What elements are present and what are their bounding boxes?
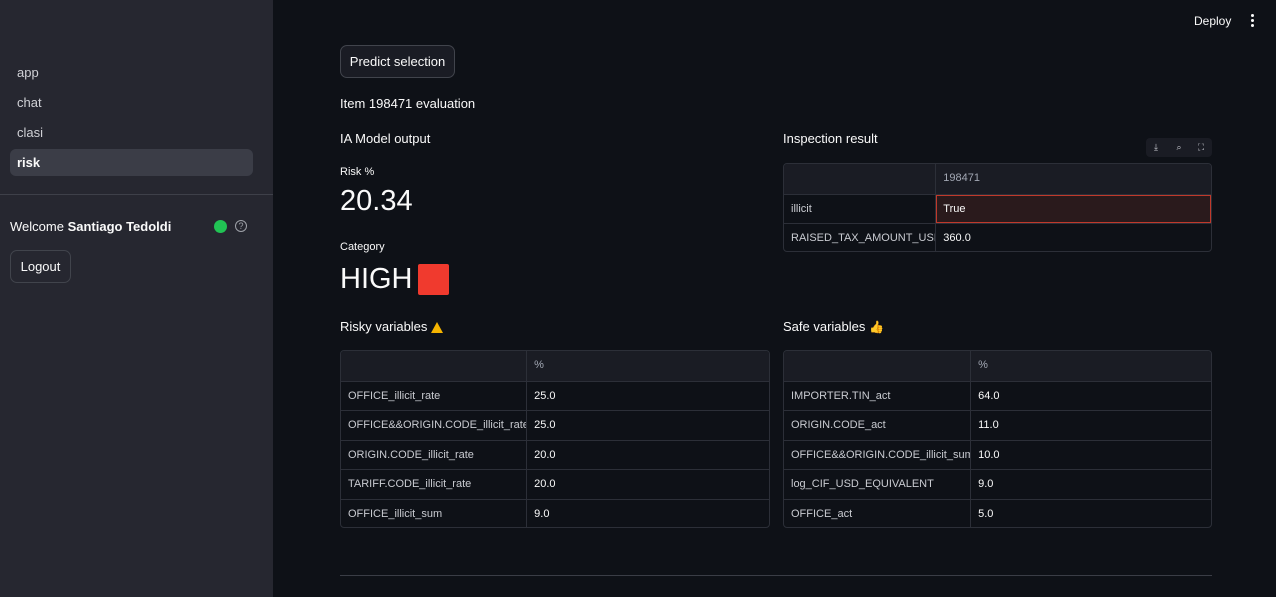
table-header-cell [784, 164, 937, 194]
table-row: illicit True [784, 193, 1211, 224]
table-row: OFFICE_act 5.0 [784, 498, 1211, 527]
table-header-cell: % [534, 359, 544, 371]
table-row-key: log_CIF_USD_EQUIVALENT [784, 470, 972, 499]
table-cell[interactable]: 9.0 [527, 500, 769, 527]
table-row-key: TARIFF.CODE_illicit_rate [341, 470, 528, 499]
category-value: HIGH [340, 263, 413, 295]
deploy-button[interactable]: Deploy [1194, 14, 1231, 28]
table-row: log_CIF_USD_EQUIVALENT 9.0 [784, 469, 1211, 499]
table-row: IMPORTER.TIN_act 64.0 [784, 380, 1211, 411]
table-header-cell [784, 351, 972, 381]
table-row-key: OFFICE&&ORIGIN.CODE_illicit_sum [784, 440, 972, 470]
table-cell[interactable]: 10.0 [971, 441, 1211, 470]
red-square-icon [418, 264, 449, 295]
thumbs-up-icon: 👍 [869, 320, 885, 334]
risk-value: 20.34 [340, 185, 413, 217]
table-row-key: OFFICE_illicit_sum [341, 499, 528, 527]
welcome-prefix: Welcome [10, 219, 68, 234]
table-toolbar: ⤓ ⌕ ⛶ [1146, 138, 1212, 157]
table-cell[interactable]: 11.0 [971, 411, 1211, 440]
table-cell[interactable]: 5.0 [971, 500, 1211, 527]
user-name: Santiago Tedoldi [67, 219, 172, 234]
risky-variables-table: % OFFICE_illicit_rate 25.0 OFFICE&&ORIGI… [340, 350, 770, 528]
logout-button[interactable]: Logout [10, 250, 71, 283]
table-header-row: 198471 [784, 164, 1211, 194]
download-icon[interactable]: ⤓ [1151, 142, 1161, 152]
online-status-icon [214, 220, 227, 233]
table-cell[interactable]: 64.0 [971, 382, 1211, 411]
category-label: Category [340, 241, 385, 253]
table-header-row: % [341, 351, 769, 381]
table-row-key: OFFICE&&ORIGIN.CODE_illicit_rate [341, 411, 528, 440]
safe-variables-label: Safe variables [783, 319, 866, 334]
risky-variables-title: Risky variables [340, 319, 444, 334]
search-icon[interactable]: ⌕ [1174, 142, 1184, 152]
table-cell[interactable]: 9.0 [971, 470, 1211, 499]
safe-variables-title: Safe variables 👍 [783, 319, 884, 334]
table-row-key: ORIGIN.CODE_act [784, 411, 972, 440]
table-row: OFFICE_illicit_sum 9.0 [341, 498, 769, 527]
sidebar-divider [0, 194, 273, 195]
table-row: ORIGIN.CODE_illicit_rate 20.0 [341, 439, 769, 470]
sidebar: app chat clasi risk Welcome Santiago Ted… [0, 0, 273, 597]
table-cell[interactable]: 20.0 [527, 441, 769, 470]
table-header-cell: 198471 [943, 172, 981, 184]
table-row-key: illicit [784, 194, 937, 224]
sidebar-item-clasi[interactable]: clasi [10, 119, 253, 146]
table-header-cell [341, 351, 528, 381]
table-row: RAISED_TAX_AMOUNT_USD 360.0 [784, 223, 1211, 251]
table-row: TARIFF.CODE_illicit_rate 20.0 [341, 469, 769, 499]
table-row: ORIGIN.CODE_act 11.0 [784, 410, 1211, 440]
sidebar-nav: app chat clasi risk [10, 59, 253, 179]
inspection-table: 198471 illicit True RAISED_TAX_AMOUNT_US… [783, 163, 1212, 252]
table-cell[interactable]: 25.0 [527, 382, 769, 411]
table-cell[interactable]: 20.0 [527, 470, 769, 499]
welcome-text: Welcome Santiago Tedoldi [10, 219, 171, 234]
table-row-key: IMPORTER.TIN_act [784, 381, 972, 411]
sidebar-item-risk[interactable]: risk [10, 149, 253, 176]
table-row-key: OFFICE_illicit_rate [341, 381, 528, 411]
table-row-key: OFFICE_act [784, 499, 972, 527]
inspection-title: Inspection result [783, 131, 878, 146]
safe-variables-table: % IMPORTER.TIN_act 64.0 ORIGIN.CODE_act … [783, 350, 1212, 528]
warning-icon [431, 322, 444, 333]
main-menu-icon[interactable] [1249, 13, 1255, 29]
risky-variables-label: Risky variables [340, 319, 428, 334]
model-output-title: IA Model output [340, 131, 431, 146]
table-cell-selected[interactable]: True [936, 194, 1211, 224]
sidebar-item-app[interactable]: app [10, 59, 253, 86]
item-title: Item 198471 evaluation [340, 96, 476, 111]
table-row: OFFICE&&ORIGIN.CODE_illicit_sum 10.0 [784, 439, 1211, 470]
table-cell[interactable]: 25.0 [527, 411, 769, 440]
table-row-key: ORIGIN.CODE_illicit_rate [341, 440, 528, 470]
predict-selection-button[interactable]: Predict selection [340, 45, 455, 78]
bottom-divider [340, 575, 1212, 576]
help-icon[interactable]: ? [235, 220, 247, 232]
table-row: OFFICE_illicit_rate 25.0 [341, 380, 769, 411]
table-header-cell: % [978, 359, 988, 371]
table-row: OFFICE&&ORIGIN.CODE_illicit_rate 25.0 [341, 410, 769, 440]
table-row-key: RAISED_TAX_AMOUNT_USD [784, 224, 937, 251]
fullscreen-icon[interactable]: ⛶ [1196, 142, 1206, 152]
risk-label: Risk % [340, 166, 375, 178]
table-header-row: % [784, 351, 1211, 381]
sidebar-item-chat[interactable]: chat [10, 89, 253, 116]
table-cell[interactable]: 360.0 [936, 224, 1211, 251]
